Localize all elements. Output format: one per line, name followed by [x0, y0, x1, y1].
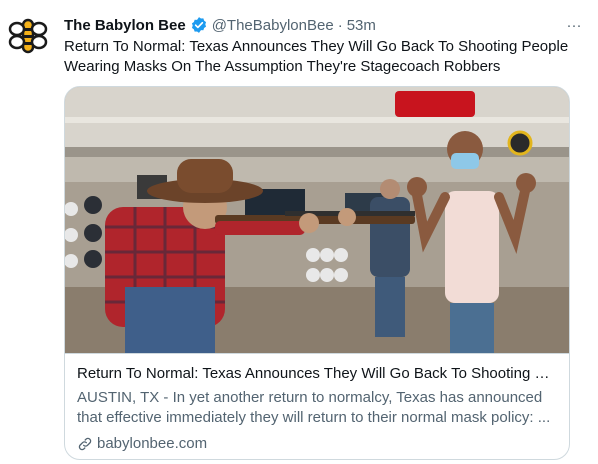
- card-divider: [65, 353, 569, 354]
- separator-dot: ·: [337, 16, 343, 34]
- verified-badge-icon: [190, 16, 208, 34]
- avatar[interactable]: [8, 16, 48, 56]
- link-icon: [77, 436, 93, 452]
- article-image[interactable]: [65, 87, 569, 353]
- bee-logo-icon: [8, 18, 48, 54]
- card-domain[interactable]: babylonbee.com: [77, 434, 559, 454]
- tweet-header: The Babylon Bee @TheBabylonBee · 53m ···: [64, 14, 586, 36]
- account-handle[interactable]: @TheBabylonBee: [212, 17, 334, 34]
- link-card[interactable]: Return To Normal: Texas Announces They W…: [64, 86, 570, 460]
- account-name[interactable]: The Babylon Bee: [64, 17, 186, 34]
- tweet[interactable]: The Babylon Bee @TheBabylonBee · 53m ···…: [0, 0, 598, 464]
- more-options-icon[interactable]: ···: [562, 14, 586, 36]
- card-domain-text: babylonbee.com: [97, 435, 208, 452]
- card-title[interactable]: Return To Normal: Texas Announces They W…: [77, 364, 559, 384]
- tweet-text: Return To Normal: Texas Announces They W…: [64, 38, 569, 75]
- card-body: Return To Normal: Texas Announces They W…: [77, 364, 559, 454]
- card-description: AUSTIN, TX - In yet another return to no…: [77, 389, 551, 426]
- tweet-timestamp[interactable]: 53m: [347, 17, 376, 34]
